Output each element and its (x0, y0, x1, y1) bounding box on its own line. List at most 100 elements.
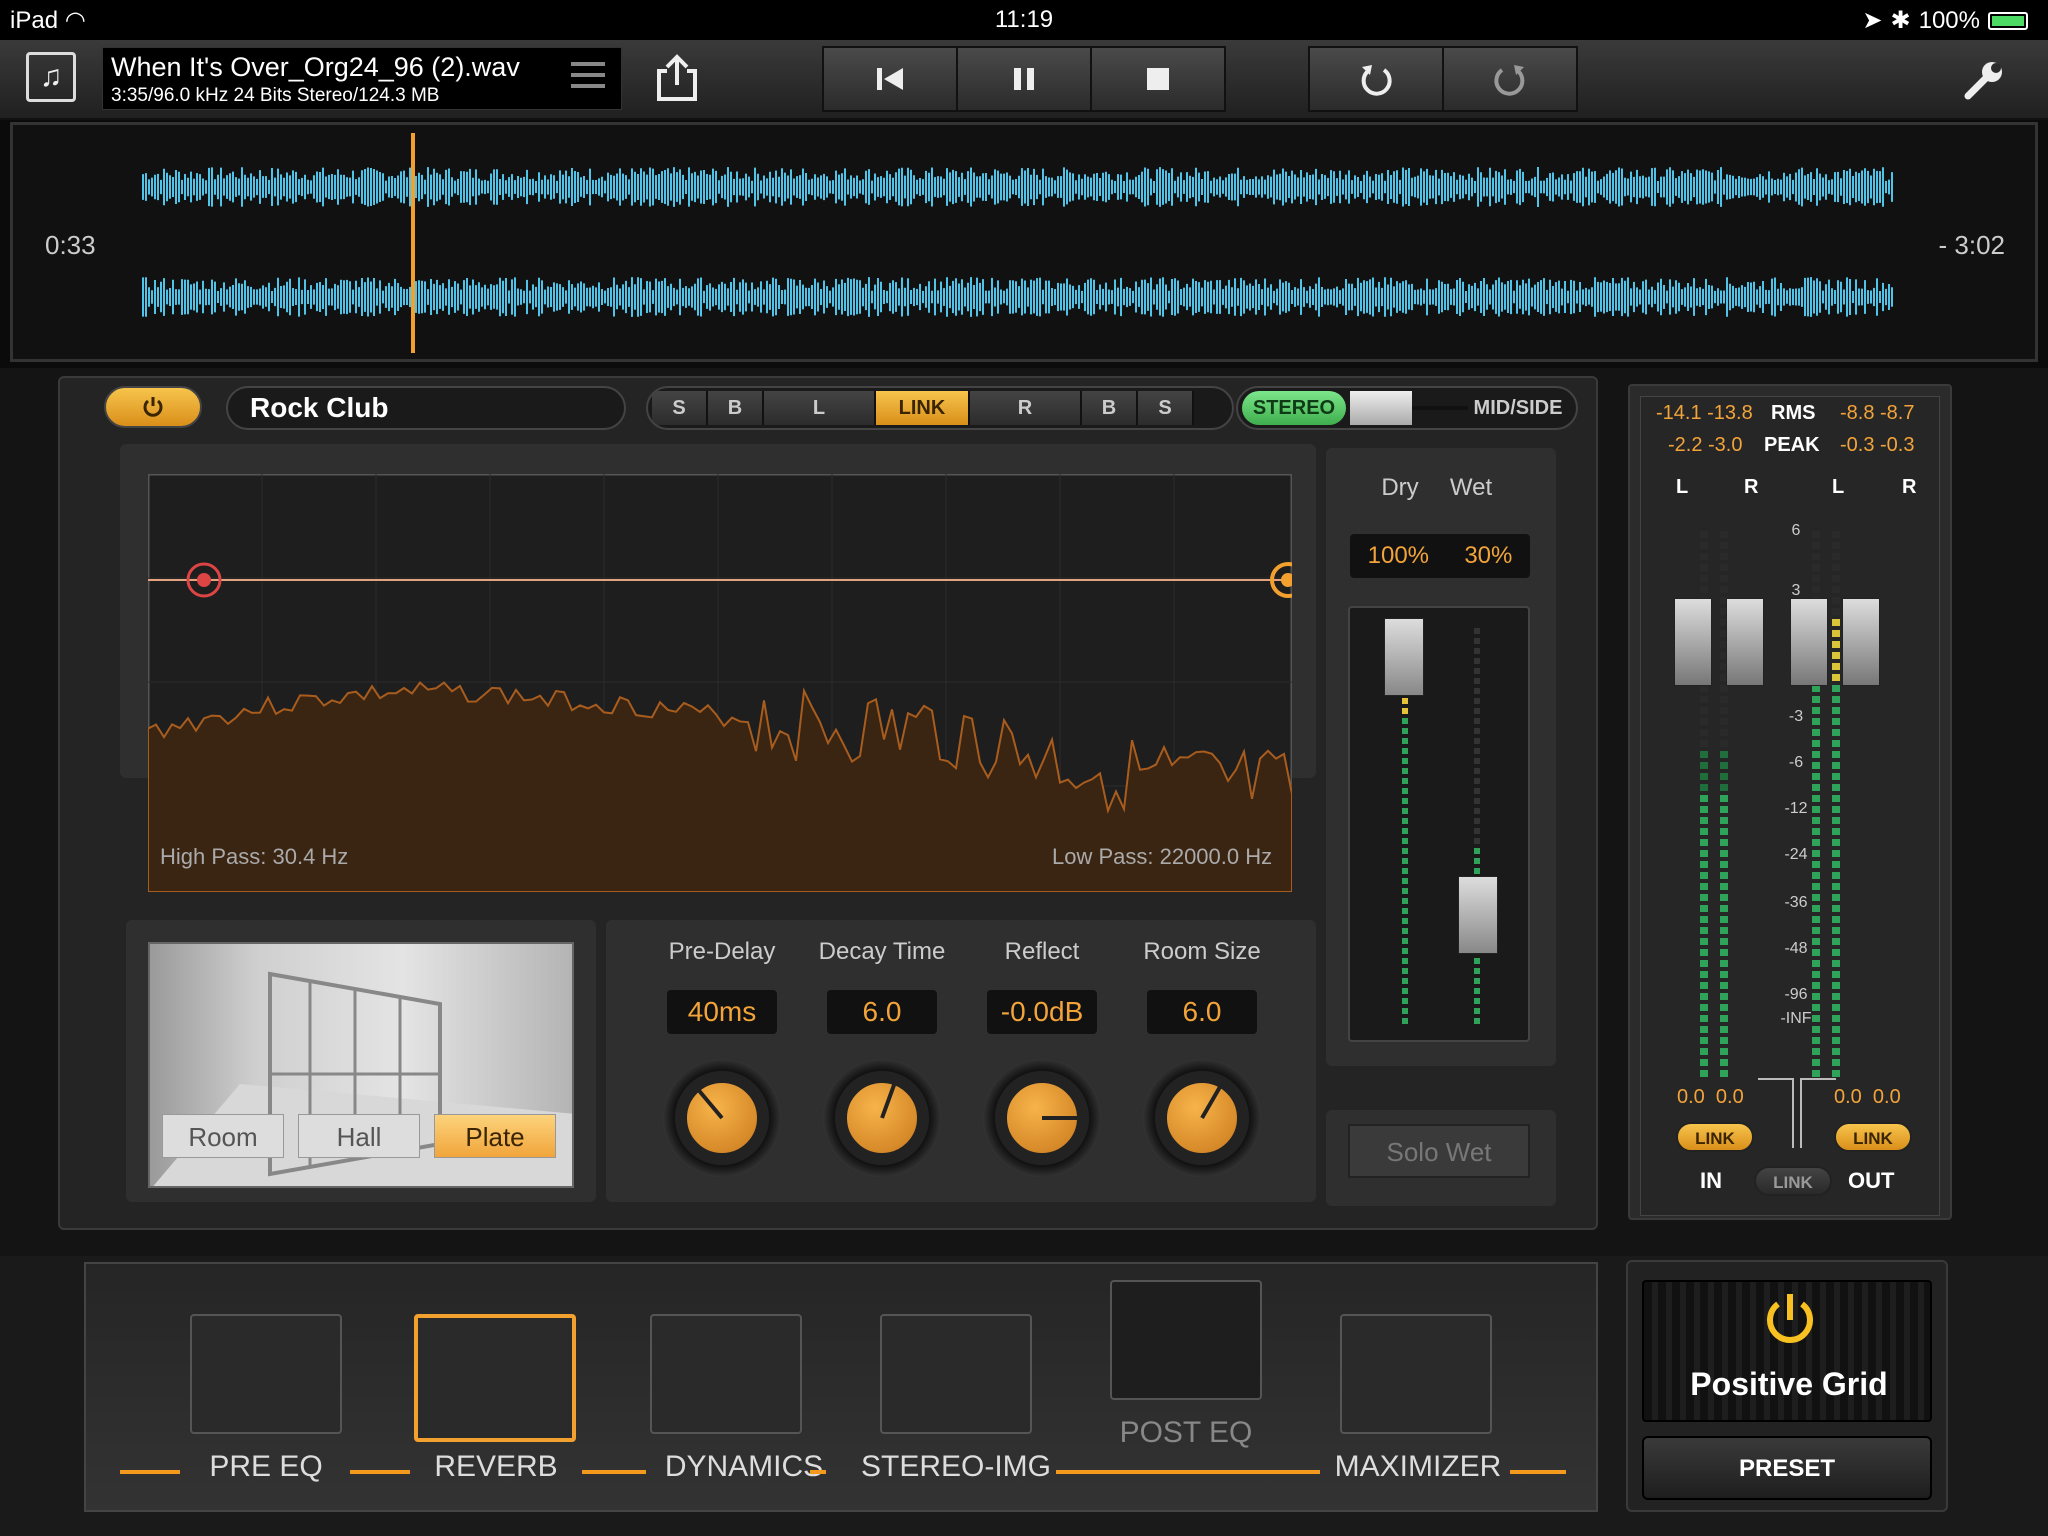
redo-button[interactable] (1444, 48, 1576, 110)
out-meter-right-segment (1832, 828, 1840, 835)
chain-module-pre-eq[interactable] (190, 1314, 342, 1434)
waveform-display[interactable] (13, 125, 2035, 359)
wet-fader[interactable] (1458, 876, 1498, 954)
in-left-gain-fader[interactable] (1674, 598, 1712, 686)
settings-button[interactable] (1956, 52, 2012, 108)
out-meter-left-segment (1812, 916, 1820, 923)
dry-meter-segment (1402, 928, 1408, 934)
dry-wet-meter (1402, 628, 1480, 1024)
share-icon (657, 54, 697, 101)
channel-button-b-1[interactable]: B (708, 391, 764, 425)
file-name: When It's Over_Org24_96 (2).wav (111, 52, 520, 82)
stop-button[interactable] (1092, 48, 1224, 110)
wet-meter-segment (1474, 798, 1480, 804)
in-meter-right-segment (1720, 1026, 1728, 1033)
in-meter-right-segment (1720, 1037, 1728, 1044)
power-master-button[interactable]: Positive Grid (1642, 1280, 1932, 1422)
param-value-3[interactable]: 6.0 (1147, 990, 1257, 1034)
in-link-button[interactable]: LINK (1676, 1122, 1754, 1152)
toolbar: ♫ When It's Over_Org24_96 (2).wav 3:35/9… (0, 40, 2048, 120)
out-meter-left-segment (1812, 883, 1820, 890)
chain-arrow-2 (582, 1470, 646, 1474)
in-meter-left-segment (1700, 883, 1708, 890)
out-meter-right-segment (1832, 619, 1840, 626)
out-meter-right-segment (1832, 1015, 1840, 1022)
chain-module-stereo-img[interactable] (880, 1314, 1032, 1434)
menu-icon[interactable] (571, 62, 605, 88)
dry-meter-segment (1402, 998, 1408, 1004)
out-link-button[interactable]: LINK (1834, 1122, 1912, 1152)
in-right-gain-fader[interactable] (1726, 598, 1764, 686)
out-meter-right-segment (1832, 685, 1840, 692)
param-knob-1[interactable] (822, 1058, 942, 1178)
in-meter-right-segment (1720, 685, 1728, 692)
chain-module-reverb[interactable] (414, 1314, 576, 1442)
music-library-button[interactable]: ♫ (26, 52, 76, 102)
in-meter-right-segment (1720, 773, 1728, 780)
in-meter-right-segment (1720, 531, 1728, 538)
preset-name: Rock Club (250, 392, 389, 423)
param-knob-2[interactable] (982, 1058, 1102, 1178)
meter-scale-8: -48 (1784, 940, 1808, 957)
channel-button-s-0[interactable]: S (652, 391, 708, 425)
stereo-button[interactable]: STEREO (1242, 391, 1346, 425)
mode-toggle-handle[interactable] (1350, 391, 1412, 425)
out-meter-left-segment (1812, 1048, 1820, 1055)
dry-fader[interactable] (1384, 618, 1424, 696)
out-meter-right-segment (1832, 938, 1840, 945)
waveform-overview[interactable]: 0:33 - 3:02 (10, 122, 2038, 362)
in-meter-left-segment (1700, 971, 1708, 978)
room-type-plate-button[interactable]: Plate (434, 1114, 556, 1158)
out-meter-right-segment (1832, 916, 1840, 923)
filter-graph[interactable] (148, 474, 1292, 892)
dry-meter-segment (1402, 798, 1408, 804)
undo-icon (1361, 65, 1392, 96)
midside-button[interactable]: MID/SIDE (1468, 397, 1568, 420)
param-knob-0[interactable] (662, 1058, 782, 1178)
solo-wet-button[interactable]: Solo Wet (1348, 1124, 1530, 1178)
channel-button-link-3[interactable]: LINK (876, 391, 970, 425)
channel-button-r-4[interactable]: R (970, 391, 1082, 425)
wet-meter-segment (1474, 648, 1480, 654)
chain-module-maximizer[interactable] (1340, 1314, 1492, 1434)
pause-button[interactable] (958, 48, 1090, 110)
meter-channel-label-0: L (1676, 476, 1689, 498)
out-meter-right-segment (1832, 696, 1840, 703)
dry-meter-segment (1402, 708, 1408, 714)
channel-button-s-6[interactable]: S (1138, 391, 1194, 425)
playhead[interactable] (410, 133, 415, 353)
power-button[interactable] (104, 386, 202, 428)
channel-button-l-2[interactable]: L (764, 391, 876, 425)
channel-button-b-5[interactable]: B (1082, 391, 1138, 425)
room-type-hall-button[interactable]: Hall (298, 1114, 420, 1158)
room-type-room-button[interactable]: Room (162, 1114, 284, 1158)
param-value-0[interactable]: 40ms (667, 990, 777, 1034)
in-meter-left-segment (1700, 553, 1708, 560)
out-meter-left-segment (1812, 729, 1820, 736)
stereo-midside-switch[interactable]: STEREO MID/SIDE (1236, 386, 1578, 430)
waveform-channel-left (142, 167, 1893, 207)
in-meter-left-segment (1700, 696, 1708, 703)
link-bracket (1758, 1078, 1794, 1148)
out-meter-right-segment (1832, 784, 1840, 791)
in-out-link-button[interactable]: LINK (1754, 1166, 1832, 1196)
preset-name-field[interactable]: Rock Club (226, 386, 626, 430)
out-left-gain-fader[interactable] (1790, 598, 1828, 686)
undo-button[interactable] (1310, 48, 1442, 110)
param-value-2[interactable]: -0.0dB (987, 990, 1097, 1034)
in-meter-left-segment (1700, 740, 1708, 747)
param-knob-3[interactable] (1142, 1058, 1262, 1178)
param-value-1[interactable]: 6.0 (827, 990, 937, 1034)
bluetooth-icon: ✱ (1890, 7, 1911, 34)
chain-module-dynamics[interactable] (650, 1314, 802, 1434)
previous-button[interactable] (824, 48, 956, 110)
share-button[interactable] (650, 50, 704, 106)
out-meter-right-segment (1832, 839, 1840, 846)
preset-button[interactable]: PRESET (1642, 1436, 1932, 1500)
out-meter-left-segment (1812, 1037, 1820, 1044)
out-right-gain-fader[interactable] (1842, 598, 1880, 686)
meter-scale-0: 6 (1791, 522, 1801, 539)
meter-scale-5: -12 (1784, 800, 1808, 817)
in-meter-left-segment (1700, 872, 1708, 879)
chain-module-post-eq[interactable] (1110, 1280, 1262, 1400)
